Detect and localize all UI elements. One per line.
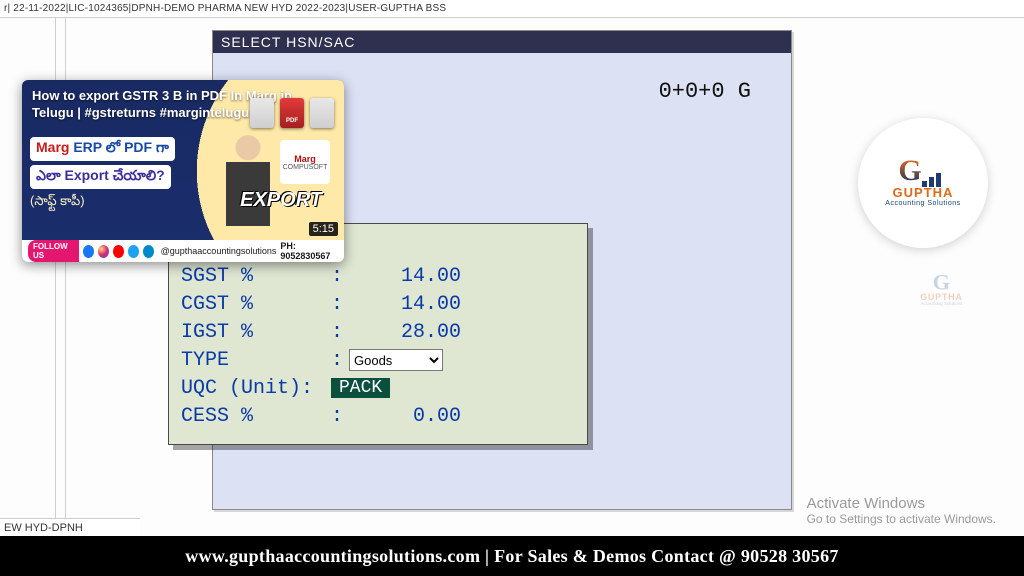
brand-sub: Accounting Solutions [885, 200, 960, 207]
doc-icon [310, 98, 334, 128]
contact-banner: www.gupthaaccountingsolutions.com | For … [0, 536, 1024, 576]
phone: PH: 9052830567 [280, 241, 338, 261]
brand-name: GUPTHA [893, 185, 954, 200]
sgst-value[interactable]: 14.00 [349, 262, 469, 291]
facebook-icon [83, 245, 94, 258]
doc-icon [250, 98, 274, 128]
marg-badge: Marg COMPUSOFT [280, 140, 330, 184]
follow-badge: FOLLOW US [28, 240, 79, 262]
pdf-icon [280, 98, 304, 128]
video-thumbnail[interactable]: How to export GSTR 3 B in PDF In Marg in… [22, 80, 344, 262]
window-titlebar: r| 22-11-2022|LIC-1024365|DPNH-DEMO PHAR… [0, 0, 1024, 18]
brand-name: GUPTHA [920, 292, 963, 303]
telegram-icon [143, 245, 154, 258]
t: ఎలా Export చేయాలి? [30, 165, 171, 189]
uqc-label: UQC (Unit): [181, 374, 331, 403]
t: PDF గా [124, 139, 169, 155]
cgst-value[interactable]: 14.00 [349, 290, 469, 319]
brand-sub: Accounting Solutions [921, 302, 963, 307]
type-select[interactable]: Goods [349, 349, 443, 371]
colon: : [331, 290, 349, 319]
cess-value[interactable]: 0.00 [349, 402, 469, 431]
instagram-icon [98, 245, 109, 258]
sgst-label: SGST % [181, 262, 331, 291]
type-label: TYPE [181, 346, 331, 375]
video-duration: 5:15 [309, 222, 338, 236]
twitter-icon [128, 245, 139, 258]
export-stamp: EXPORT [240, 189, 322, 212]
youtube-icon [113, 245, 124, 258]
workspace: SELECT HSN/SAC 0+0+0 G Short Name: SGST … [0, 18, 1024, 576]
social-handle: @gupthaaccountingsolutions [161, 246, 277, 256]
t: Marg [294, 154, 316, 164]
t: COMPUSOFT [283, 164, 328, 171]
summary-expression: 0+0+0 G [659, 81, 751, 103]
igst-label: IGST % [181, 318, 331, 347]
person-graphic [212, 133, 284, 238]
windows-activation-watermark: Activate Windows Go to Settings to activ… [807, 495, 996, 526]
cgst-label: CGST % [181, 290, 331, 319]
t: Go to Settings to activate Windows. [807, 512, 996, 526]
uqc-value[interactable]: PACK [331, 378, 390, 398]
colon: : [331, 262, 349, 291]
igst-value[interactable]: 28.00 [349, 318, 469, 347]
t: ERP లో [73, 139, 120, 155]
t: Activate Windows [807, 495, 996, 512]
colon: : [331, 346, 349, 375]
t: (సాఫ్ట్ కాపీ) [30, 193, 215, 212]
brand-logo-watermark: G GUPTHA Accounting Solutions [920, 274, 963, 307]
cess-label: CESS % [181, 402, 331, 431]
status-bar: EW HYD-DPNH [0, 518, 140, 536]
t: Marg [36, 139, 69, 155]
thumb-footer: FOLLOW US @gupthaaccountingsolutions PH:… [22, 240, 344, 262]
panel-title: SELECT HSN/SAC [213, 31, 791, 53]
thumb-headlines: Marg ERP లో PDF గా ఎలా Export చేయాలి? (స… [30, 135, 215, 212]
colon: : [331, 318, 349, 347]
doc-icons [250, 98, 334, 128]
colon: : [331, 402, 349, 431]
brand-logo: G GUPTHA Accounting Solutions [858, 118, 988, 248]
